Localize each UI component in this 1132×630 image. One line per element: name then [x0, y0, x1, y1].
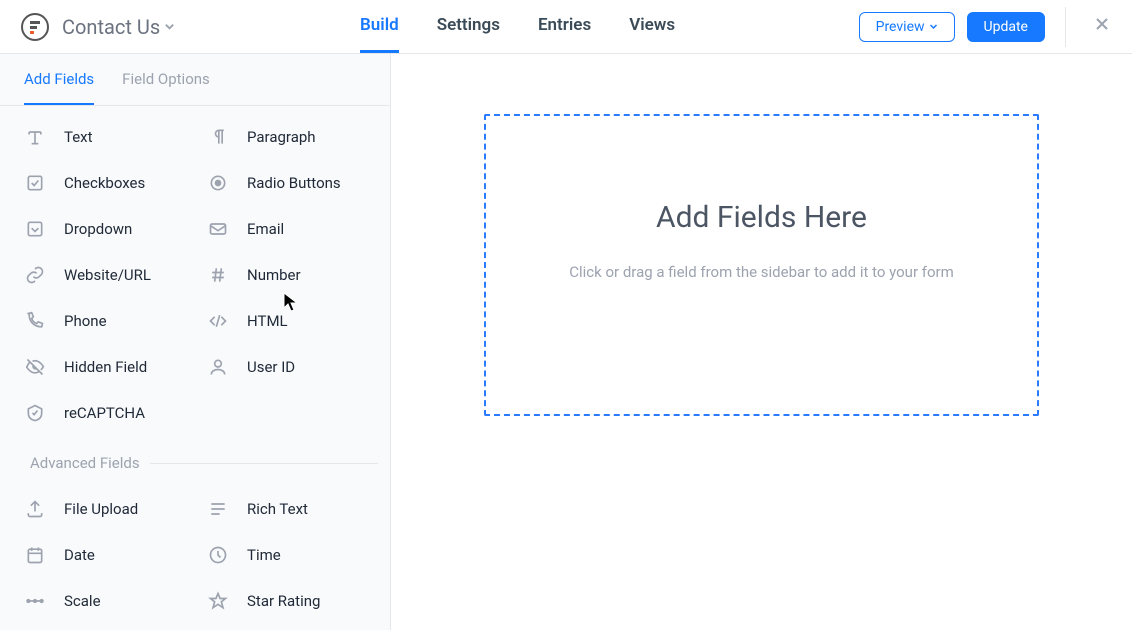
chevron-down-icon: [929, 22, 938, 31]
field-item-label: Radio Buttons: [247, 174, 341, 192]
field-item-email[interactable]: Email: [195, 206, 378, 252]
advanced-fields-grid: File Upload Rich Text Date Time Scale Star Ra…: [0, 478, 390, 624]
time-icon: [207, 544, 229, 566]
tab-views-label: Views: [629, 15, 675, 35]
dropzone-title: Add Fields Here: [486, 200, 1037, 235]
dropdown-icon: [24, 218, 46, 240]
field-item-label: Phone: [64, 312, 107, 330]
field-item-label: Checkboxes: [64, 174, 145, 192]
field-item-user-id[interactable]: User ID: [195, 344, 378, 390]
field-item-paragraph[interactable]: Paragraph: [195, 114, 378, 160]
phone-icon: [24, 310, 46, 332]
field-item-star-rating[interactable]: Star Rating: [195, 578, 378, 624]
tab-build[interactable]: Build: [360, 0, 399, 53]
sidebar-tab-field-options-label: Field Options: [122, 70, 210, 88]
field-item-number[interactable]: Number: [195, 252, 378, 298]
field-item-scale[interactable]: Scale: [12, 578, 195, 624]
advanced-fields-heading-label: Advanced Fields: [30, 454, 140, 472]
rich-text-icon: [207, 498, 229, 520]
preview-button[interactable]: Preview: [859, 12, 955, 42]
radio-icon: [207, 172, 229, 194]
page-title-dropdown[interactable]: Contact Us: [62, 15, 175, 39]
field-item-website-url[interactable]: Website/URL: [12, 252, 195, 298]
recaptcha-icon: [24, 402, 46, 424]
field-item-label: HTML: [247, 312, 288, 330]
main-tabs: Build Settings Entries Views: [360, 0, 675, 53]
sidebar-tab-field-options[interactable]: Field Options: [122, 70, 210, 105]
field-item-label: Date: [64, 546, 95, 564]
brand-area: Contact Us: [0, 12, 200, 42]
number-icon: [207, 264, 229, 286]
checkboxes-icon: [24, 172, 46, 194]
dropzone[interactable]: Add Fields Here Click or drag a field fr…: [484, 114, 1039, 416]
app-logo-icon: [20, 12, 50, 42]
user-icon: [207, 356, 229, 378]
field-item-label: Scale: [64, 592, 101, 610]
chevron-down-icon: [164, 21, 175, 32]
field-item-label: Dropdown: [64, 220, 132, 238]
header-actions: Preview Update: [859, 0, 1132, 53]
star-icon: [207, 590, 229, 612]
field-item-label: Website/URL: [64, 266, 151, 284]
field-item-phone[interactable]: Phone: [12, 298, 195, 344]
field-item-label: Rich Text: [247, 500, 308, 518]
field-item-label: Paragraph: [247, 128, 316, 146]
tab-entries-label: Entries: [538, 15, 591, 35]
field-item-text[interactable]: Text: [12, 114, 195, 160]
tab-settings[interactable]: Settings: [437, 0, 500, 53]
tab-settings-label: Settings: [437, 15, 500, 35]
sidebar-tab-add-fields[interactable]: Add Fields: [24, 70, 94, 105]
main-area: Add Fields Field Options Text Paragraph Ch…: [0, 54, 1132, 630]
field-item-label: Hidden Field: [64, 358, 147, 376]
field-item-hidden-field[interactable]: Hidden Field: [12, 344, 195, 390]
field-item-html[interactable]: HTML: [195, 298, 378, 344]
field-item-label: User ID: [247, 358, 295, 376]
dropzone-hint: Click or drag a field from the sidebar t…: [486, 263, 1037, 281]
field-item-rich-text[interactable]: Rich Text: [195, 486, 378, 532]
email-icon: [207, 218, 229, 240]
tab-entries[interactable]: Entries: [538, 0, 591, 53]
field-item-label: Star Rating: [247, 592, 320, 610]
text-icon: [24, 126, 46, 148]
tab-views[interactable]: Views: [629, 0, 675, 53]
preview-button-label: Preview: [876, 19, 925, 35]
basic-fields-grid: Text Paragraph Checkboxes Radio Buttons Drop…: [0, 106, 390, 436]
tab-build-label: Build: [360, 15, 399, 35]
field-item-time[interactable]: Time: [195, 532, 378, 578]
update-button-label: Update: [984, 19, 1028, 35]
scale-icon: [24, 590, 46, 612]
top-bar: Contact Us Build Settings Entries Views …: [0, 0, 1132, 54]
url-icon: [24, 264, 46, 286]
sidebar-tabs: Add Fields Field Options: [0, 54, 390, 106]
close-button[interactable]: [1086, 12, 1118, 41]
advanced-fields-heading: Advanced Fields: [0, 440, 390, 478]
field-item-recaptcha[interactable]: reCAPTCHA: [12, 390, 195, 436]
page-title-text: Contact Us: [62, 15, 160, 39]
field-item-dropdown[interactable]: Dropdown: [12, 206, 195, 252]
field-item-label: reCAPTCHA: [64, 404, 145, 422]
field-item-file-upload[interactable]: File Upload: [12, 486, 195, 532]
field-item-checkboxes[interactable]: Checkboxes: [12, 160, 195, 206]
field-item-label: Time: [247, 546, 281, 564]
html-icon: [207, 310, 229, 332]
divider: [1065, 7, 1066, 47]
divider: [150, 463, 378, 464]
field-item-radio-buttons[interactable]: Radio Buttons: [195, 160, 378, 206]
sidebar: Add Fields Field Options Text Paragraph Ch…: [0, 54, 391, 630]
field-item-date[interactable]: Date: [12, 532, 195, 578]
field-scroll[interactable]: Text Paragraph Checkboxes Radio Buttons Drop…: [0, 106, 390, 630]
form-canvas: Add Fields Here Click or drag a field fr…: [391, 54, 1132, 630]
date-icon: [24, 544, 46, 566]
field-item-label: Number: [247, 266, 301, 284]
update-button[interactable]: Update: [967, 12, 1045, 42]
field-item-label: Email: [247, 220, 284, 238]
paragraph-icon: [207, 126, 229, 148]
sidebar-tab-add-fields-label: Add Fields: [24, 70, 94, 88]
field-item-label: Text: [64, 128, 93, 146]
close-icon: [1094, 16, 1110, 32]
upload-icon: [24, 498, 46, 520]
field-item-label: File Upload: [64, 500, 138, 518]
hidden-icon: [24, 356, 46, 378]
